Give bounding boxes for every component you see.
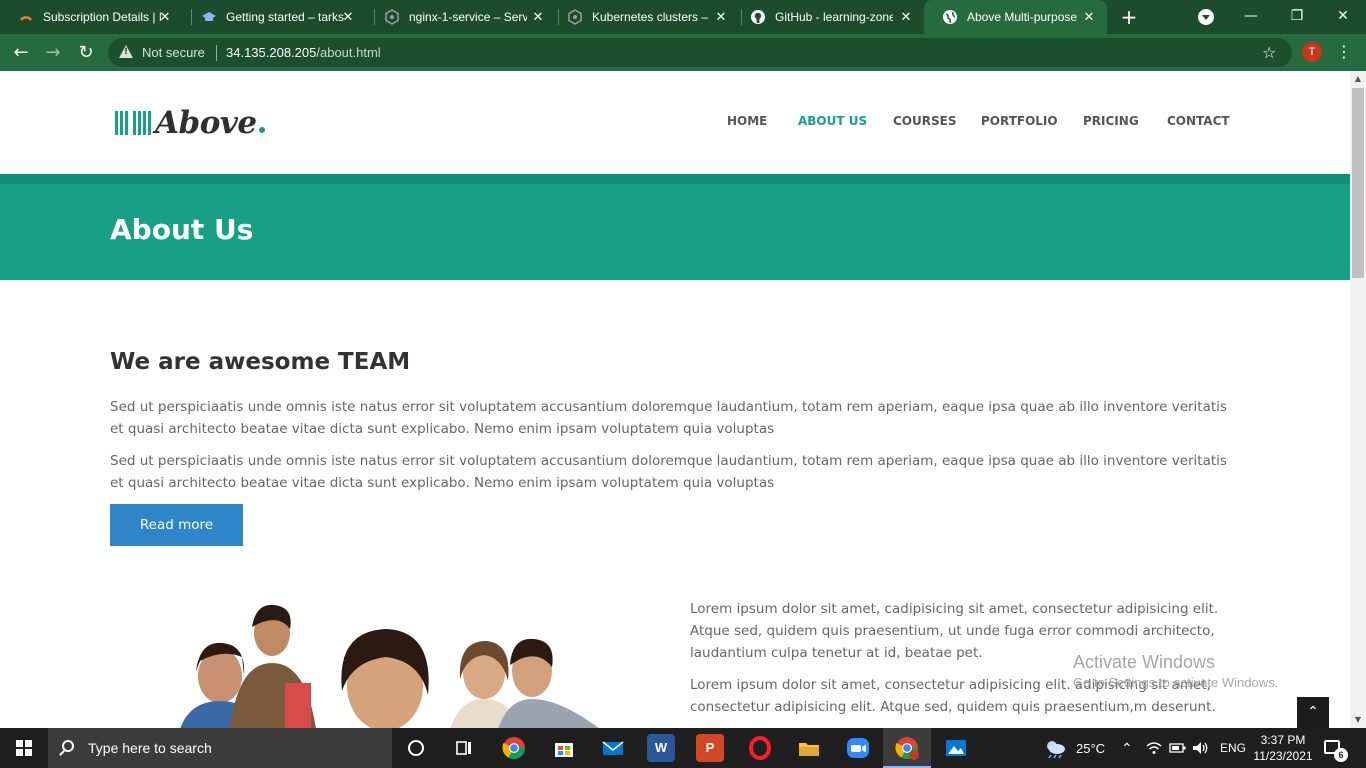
wifi-icon[interactable] (1146, 741, 1162, 757)
url-path: /about.html (316, 45, 381, 60)
forward-arrow-icon[interactable]: → (40, 40, 66, 66)
omnibox-divider (216, 45, 217, 61)
file-explorer-icon[interactable] (795, 734, 823, 762)
cortana-icon[interactable] (402, 734, 430, 762)
page-banner: About Us (0, 174, 1350, 280)
chrome-profile-icon[interactable] (893, 734, 921, 762)
clock-date: 11/23/2021 (1253, 749, 1313, 763)
nav-home[interactable]: HOME (727, 114, 767, 128)
windows-taskbar: Type here to search W P 25°C ⌃ ENG 3:37 … (0, 728, 1366, 768)
graduation-cap-icon (201, 9, 217, 25)
minimize-icon[interactable]: — (1228, 0, 1274, 34)
book-logo-icon (113, 108, 153, 138)
nav-portfolio[interactable]: PORTFOLIO (981, 114, 1058, 128)
address-bar[interactable]: Not secure 34.135.208.205/about.html ☆ (108, 38, 1292, 67)
word-icon[interactable]: W (647, 734, 675, 762)
start-button[interactable] (0, 728, 48, 768)
web-page: Above HOME ABOUT US COURSES PORTFOLIO PR… (0, 71, 1350, 728)
taskbar-search-box[interactable]: Type here to search (48, 728, 392, 768)
close-tab-icon[interactable]: ✕ (713, 9, 729, 25)
zoom-icon[interactable] (844, 734, 872, 762)
close-tab-icon[interactable]: ✕ (340, 9, 356, 25)
site-logo[interactable]: Above (113, 105, 265, 141)
chrome-icon[interactable] (500, 734, 528, 762)
section-title: We are awesome TEAM (110, 349, 411, 375)
weather-temperature: 25°C (1076, 741, 1106, 756)
globe-icon (942, 9, 958, 25)
page-title: About Us (110, 213, 254, 246)
tab-nginx-service[interactable]: nginx-1-service – Serv ✕ (366, 0, 556, 34)
clock-time: 3:37 PM (1260, 733, 1306, 747)
warning-icon[interactable] (119, 45, 133, 58)
section-heading-wrap: We are awesome TEAM (110, 349, 1240, 375)
close-window-icon[interactable]: ✕ (1320, 0, 1366, 34)
reload-icon[interactable]: ↻ (73, 40, 99, 66)
close-tab-icon[interactable]: ✕ (530, 9, 546, 25)
chevron-up-icon[interactable]: ⌃ (1121, 740, 1133, 756)
browser-tab-strip: Subscription Details | M ✕ Getting start… (0, 0, 1366, 34)
windows-logo-icon (16, 740, 32, 756)
tab-kubernetes-clusters[interactable]: Kubernetes clusters – K ✕ (549, 0, 739, 34)
close-tab-icon[interactable]: ✕ (1081, 9, 1097, 25)
nav-pricing[interactable]: PRICING (1083, 114, 1139, 128)
tab-github[interactable]: GitHub - learning-zone ✕ (732, 0, 924, 34)
restore-icon[interactable]: ❐ (1274, 0, 1320, 34)
microsoft-store-icon[interactable] (550, 734, 578, 762)
scroll-to-top-button[interactable]: ⌃ (1297, 697, 1329, 728)
search-icon (62, 740, 74, 752)
intro-paragraph-1: Sed ut perspiciaatis unde omnis iste nat… (110, 399, 1227, 437)
tab-getting-started[interactable]: Getting started – tarks ✕ (183, 0, 366, 34)
scroll-down-arrow-icon[interactable]: ▼ (1350, 712, 1366, 728)
intro-paragraph-2: Sed ut perspiciaatis unde omnis iste nat… (110, 453, 1227, 491)
read-more-button[interactable]: Read more (110, 504, 243, 546)
taskbar-search-placeholder: Type here to search (88, 740, 212, 756)
github-icon (750, 9, 766, 25)
browser-toolbar: ← → ↻ Not secure 34.135.208.205/about.ht… (0, 34, 1366, 71)
tab-search-icon[interactable] (1198, 9, 1214, 25)
nav-about-us[interactable]: ABOUT US (798, 114, 867, 128)
scroll-up-arrow-icon[interactable]: ▲ (1350, 71, 1366, 87)
close-tab-icon[interactable]: ✕ (157, 9, 173, 25)
tab-above-multipurpose[interactable]: Above Multi-purpose ✕ (924, 0, 1107, 34)
logo-dot (258, 127, 265, 133)
activate-windows-title: Activate Windows (1073, 652, 1216, 672)
site-header: Above HOME ABOUT US COURSES PORTFOLIO PR… (0, 71, 1350, 174)
new-tab-button[interactable]: + (1118, 6, 1140, 28)
security-label[interactable]: Not secure (142, 45, 205, 60)
nav-courses[interactable]: COURSES (893, 114, 956, 128)
activate-windows-watermark: Activate Windows Go to Settings to activ… (1073, 652, 1278, 690)
photos-icon[interactable] (942, 734, 970, 762)
volume-icon[interactable] (1192, 741, 1210, 757)
language-indicator[interactable]: ENG (1220, 741, 1246, 757)
gcp-hexagon-icon (567, 9, 583, 25)
bookmark-star-icon[interactable]: ☆ (1262, 43, 1276, 62)
battery-icon[interactable] (1169, 741, 1187, 757)
notification-badge: 6 (1334, 748, 1348, 762)
opera-icon[interactable] (746, 734, 774, 762)
subscription-icon (18, 9, 34, 25)
powerpoint-icon[interactable]: P (696, 734, 724, 762)
url-text[interactable]: 34.135.208.205/about.html (226, 45, 381, 60)
team-photo (160, 601, 610, 728)
back-arrow-icon[interactable]: ← (8, 40, 34, 66)
scrollbar-thumb[interactable] (1352, 88, 1364, 278)
close-tab-icon[interactable]: ✕ (898, 9, 914, 25)
task-view-icon[interactable] (450, 734, 478, 762)
system-clock[interactable]: 3:37 PM 11/23/2021 (1252, 732, 1314, 764)
tab-subscription-details[interactable]: Subscription Details | M ✕ (0, 0, 183, 34)
banner-stripe (0, 174, 1350, 184)
page-scrollbar[interactable]: ▲ ▼ (1350, 71, 1366, 728)
profile-avatar[interactable]: T (1302, 42, 1322, 62)
mail-icon[interactable] (599, 734, 627, 762)
browser-menu-icon[interactable]: ⋮ (1336, 42, 1352, 62)
url-host: 34.135.208.205 (226, 45, 317, 60)
activate-windows-subtitle: Go to Settings to activate Windows. (1073, 675, 1279, 690)
logo-text: Above (155, 105, 257, 141)
gcp-hexagon-icon (384, 9, 400, 25)
nav-contact[interactable]: CONTACT (1167, 114, 1230, 128)
